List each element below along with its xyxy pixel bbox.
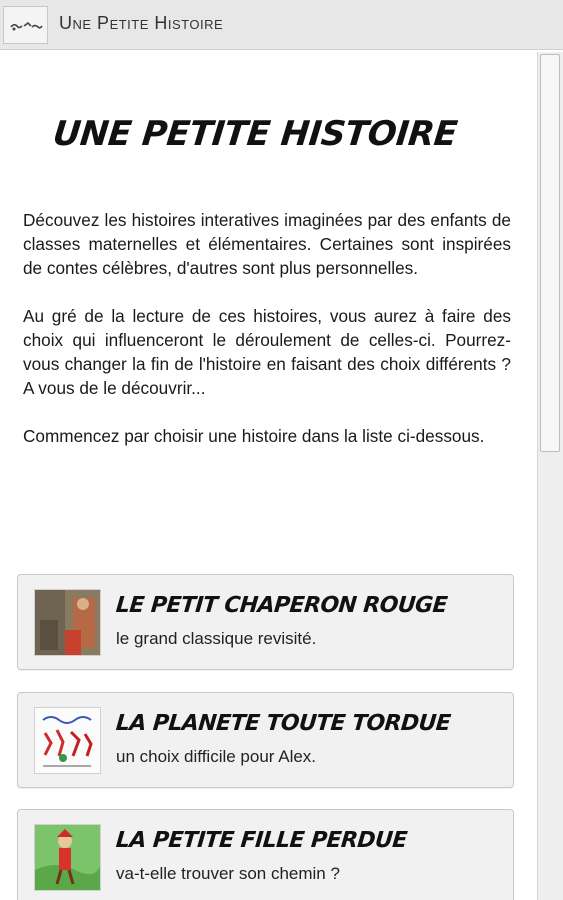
story-card-petite-fille-perdue[interactable]: LA PETITE FILLE PERDUE va-t-elle trouver… [17,809,514,900]
page-title: UNE PETITE HISTOIRE [51,114,459,154]
story-subtitle: le grand classique revisité. [116,629,317,648]
story-thumbnail [34,824,101,891]
story-title: LA PETITE FILLE PERDUE [114,828,408,853]
story-title: LA PLANETE TOUTE TORDUE [114,711,452,736]
story-thumbnail [34,589,101,656]
scrollbar-thumb[interactable] [540,54,560,452]
intro-paragraph: Découvez les histoires interatives imagi… [23,210,511,278]
app-title: Une Petite Histoire [59,13,224,33]
story-title: LE PETIT CHAPERON ROUGE [114,593,449,618]
app-logo-icon[interactable] [3,6,48,44]
intro-paragraph: Au gré de la lecture de ces histoires, v… [23,306,511,398]
title-bar: Une Petite Histoire [0,0,563,50]
intro-text: Découvez les histoires interatives imagi… [23,208,511,472]
vertical-scrollbar[interactable] [537,52,563,900]
story-subtitle: un choix difficile pour Alex. [116,747,317,766]
story-card-petit-chaperon-rouge[interactable]: LE PETIT CHAPERON ROUGE le grand classiq… [17,574,514,670]
story-thumbnail [34,707,101,774]
main-content: UNE PETITE HISTOIRE Découvez les histoir… [0,52,536,900]
intro-paragraph: Commencez par choisir une histoire dans … [23,426,485,446]
story-card-planete-toute-tordue[interactable]: LA PLANETE TOUTE TORDUE un choix diffici… [17,692,514,788]
story-subtitle: va-t-elle trouver son chemin ? [116,864,340,883]
